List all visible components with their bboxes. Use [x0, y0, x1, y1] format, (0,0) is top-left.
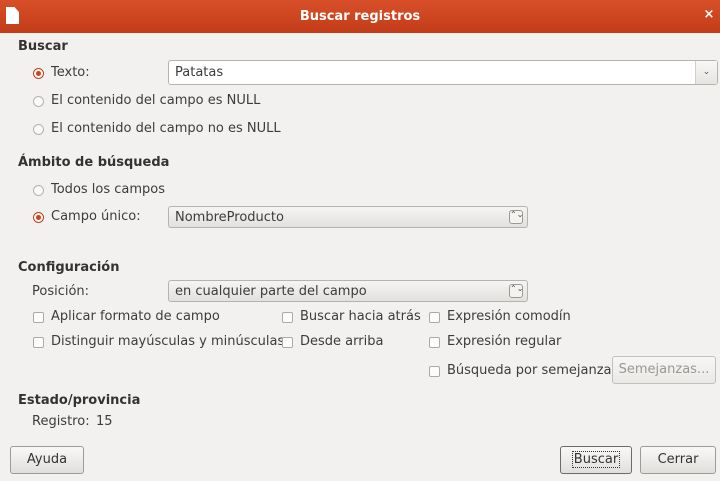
- apply-format-checkbox[interactable]: [33, 312, 44, 323]
- null-radio[interactable]: [33, 96, 44, 107]
- search-button[interactable]: Buscar: [560, 446, 632, 474]
- match-case-label: Distinguir mayúsculas y minúsculas: [51, 334, 285, 349]
- scope-section-title: Ámbito de búsqueda: [18, 155, 170, 170]
- apply-format-label: Aplicar formato de campo: [51, 309, 220, 324]
- spin-arrows-icon: ⌃⌄: [509, 284, 523, 298]
- position-select[interactable]: en cualquier parte del campo ⌃⌄: [168, 280, 528, 302]
- not-null-radio[interactable]: [33, 124, 44, 135]
- backwards-checkbox[interactable]: [282, 312, 293, 323]
- status-section-title: Estado/provincia: [18, 393, 141, 408]
- from-top-label: Desde arriba: [300, 334, 384, 349]
- backwards-label: Buscar hacia atrás: [300, 309, 421, 324]
- search-text-value: Patatas: [175, 65, 224, 80]
- search-text-input[interactable]: Patatas ⌄: [168, 60, 718, 85]
- position-value: en cualquier parte del campo: [175, 284, 367, 299]
- close-button[interactable]: Cerrar: [640, 446, 716, 474]
- similarity-label: Búsqueda por semejanza: [447, 363, 612, 378]
- from-top-checkbox[interactable]: [282, 337, 293, 348]
- all-fields-radio[interactable]: [33, 185, 44, 196]
- position-label: Posición:: [32, 284, 90, 299]
- single-field-select[interactable]: NombreProducto ⌃⌄: [168, 206, 528, 228]
- title-bar: Buscar registros ×: [0, 0, 720, 33]
- single-field-label: Campo único:: [51, 209, 141, 224]
- search-button-label: Buscar: [571, 451, 621, 468]
- regex-label: Expresión regular: [447, 334, 562, 349]
- match-case-checkbox[interactable]: [33, 337, 44, 348]
- chevron-down-icon[interactable]: ⌄: [695, 61, 717, 84]
- regex-checkbox[interactable]: [429, 337, 440, 348]
- spin-arrows-icon: ⌃⌄: [509, 210, 523, 224]
- window-title: Buscar registros: [299, 9, 421, 24]
- single-field-radio[interactable]: [33, 212, 44, 223]
- not-null-radio-label: El contenido del campo no es NULL: [51, 121, 281, 136]
- text-radio[interactable]: [33, 68, 44, 79]
- record-label: Registro:: [32, 414, 90, 429]
- text-radio-label: Texto:: [51, 65, 90, 80]
- wildcard-checkbox[interactable]: [429, 312, 440, 323]
- null-radio-label: El contenido del campo es NULL: [51, 93, 261, 108]
- similarity-checkbox[interactable]: [429, 366, 440, 377]
- search-section-title: Buscar: [18, 39, 68, 54]
- settings-section-title: Configuración: [18, 260, 120, 275]
- close-icon[interactable]: ×: [702, 8, 716, 22]
- wildcard-label: Expresión comodín: [447, 309, 571, 324]
- help-button[interactable]: Ayuda: [10, 446, 84, 474]
- all-fields-label: Todos los campos: [51, 182, 166, 197]
- record-value: 15: [96, 414, 113, 429]
- similarities-button[interactable]: Semejanzas...: [612, 356, 716, 384]
- single-field-value: NombreProducto: [175, 210, 284, 225]
